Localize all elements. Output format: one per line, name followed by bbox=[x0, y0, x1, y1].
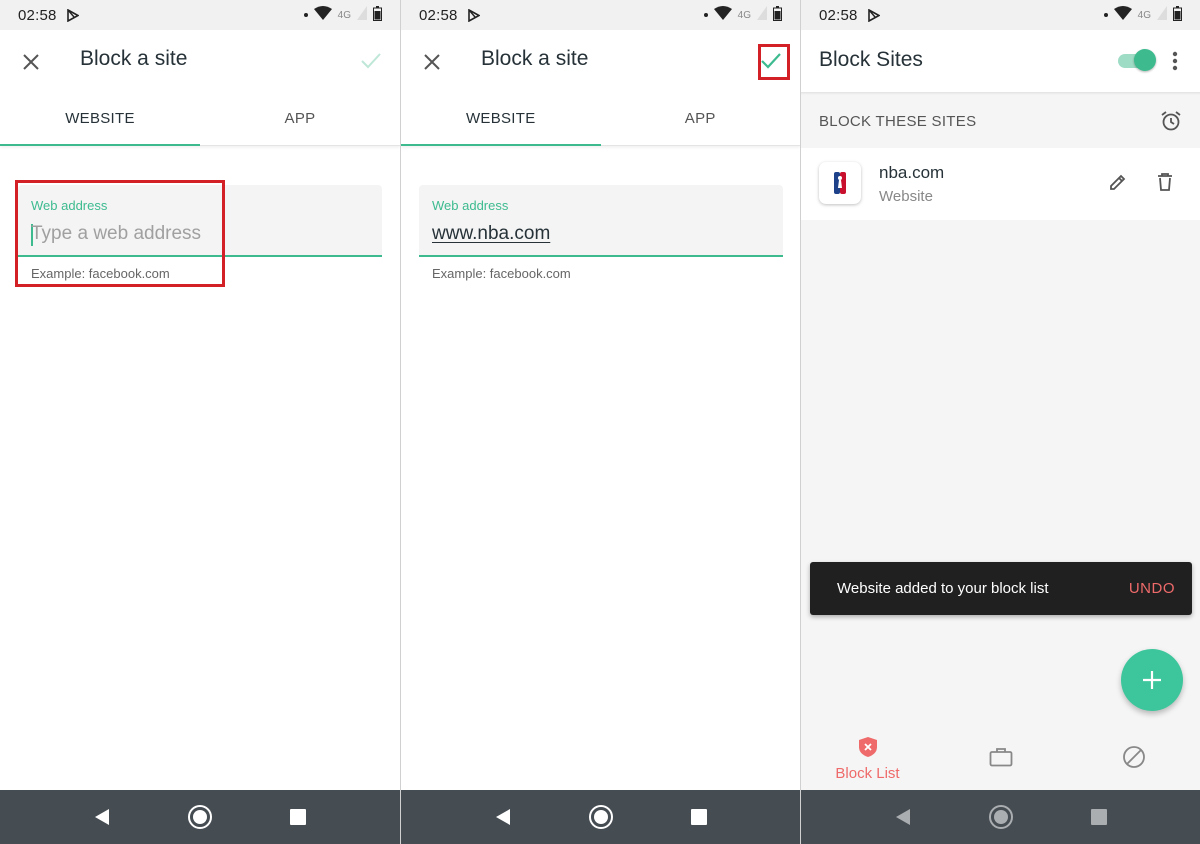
web-address-field[interactable]: Web address www.nba.com bbox=[419, 185, 783, 257]
system-nav-bar bbox=[0, 790, 400, 844]
site-type: Website bbox=[879, 188, 933, 205]
web-address-label: Web address bbox=[432, 198, 509, 213]
site-name: nba.com bbox=[879, 163, 945, 182]
screen-block-sites: 02:58 4G Block Sites BLOCK THESE SITES n… bbox=[800, 0, 1200, 844]
helper-text: Example: facebook.com bbox=[432, 266, 571, 281]
notification-dot-icon bbox=[303, 13, 308, 17]
confirm-check-icon[interactable] bbox=[356, 46, 386, 76]
notification-dot-icon bbox=[1103, 13, 1108, 17]
list-item[interactable]: nba.com Website bbox=[801, 148, 1200, 220]
back-icon[interactable] bbox=[88, 803, 116, 831]
section-title: BLOCK THESE SITES bbox=[819, 112, 977, 130]
status-bar: 02:58 4G bbox=[401, 0, 800, 30]
block-toggle-switch[interactable] bbox=[1116, 49, 1156, 71]
highlight-box-input bbox=[15, 180, 225, 287]
briefcase-icon bbox=[989, 747, 1013, 772]
bottom-navigation: Block List bbox=[801, 728, 1200, 790]
network-type: 4G bbox=[737, 9, 751, 21]
battery-icon bbox=[1173, 5, 1182, 25]
battery-icon bbox=[373, 5, 382, 25]
snackbar-message: Website added to your block list bbox=[837, 580, 1049, 597]
signal-icon bbox=[357, 6, 367, 24]
alarm-clock-icon[interactable] bbox=[1160, 110, 1182, 132]
nav-work[interactable] bbox=[934, 728, 1067, 790]
highlight-box-check bbox=[758, 44, 790, 80]
block-icon bbox=[1122, 745, 1146, 774]
wifi-icon bbox=[713, 6, 732, 24]
page-title: Block a site bbox=[80, 47, 188, 70]
play-store-icon bbox=[867, 8, 880, 22]
status-time: 02:58 bbox=[419, 6, 458, 24]
play-store-icon bbox=[467, 8, 480, 22]
system-nav-bar bbox=[801, 790, 1200, 844]
more-options-icon[interactable] bbox=[1164, 48, 1186, 74]
tab-bar: WEBSITE APP bbox=[401, 92, 800, 146]
system-nav-bar bbox=[401, 790, 800, 844]
nav-blocked[interactable] bbox=[1067, 728, 1200, 790]
nba-logo-icon bbox=[819, 162, 861, 204]
recents-icon[interactable] bbox=[1085, 803, 1113, 831]
back-icon[interactable] bbox=[889, 803, 917, 831]
wifi-icon bbox=[313, 6, 332, 24]
shield-x-icon bbox=[858, 736, 878, 763]
page-title: Block Sites bbox=[819, 48, 923, 71]
status-bar: 02:58 4G bbox=[801, 0, 1200, 30]
pencil-icon[interactable] bbox=[1108, 172, 1128, 197]
add-site-button[interactable] bbox=[1121, 649, 1183, 711]
trash-icon[interactable] bbox=[1156, 172, 1174, 197]
screen-block-a-site-filled: 02:58 4G Block a site WEBSITE APP Web ad… bbox=[400, 0, 800, 844]
close-icon[interactable] bbox=[419, 49, 445, 75]
status-time: 02:58 bbox=[819, 6, 858, 24]
plus-icon bbox=[1143, 671, 1161, 689]
toggle-knob bbox=[1134, 49, 1156, 71]
back-icon[interactable] bbox=[489, 803, 517, 831]
network-type: 4G bbox=[337, 9, 351, 21]
play-store-icon bbox=[66, 8, 79, 22]
page-title: Block a site bbox=[481, 47, 589, 70]
section-header: BLOCK THESE SITES bbox=[801, 95, 1200, 147]
undo-button[interactable]: UNDO bbox=[1129, 580, 1175, 597]
home-icon[interactable] bbox=[987, 803, 1015, 831]
close-icon[interactable] bbox=[18, 49, 44, 75]
tab-bar: WEBSITE APP bbox=[0, 92, 400, 146]
snackbar: Website added to your block list UNDO bbox=[810, 562, 1192, 615]
tab-app[interactable]: APP bbox=[200, 92, 400, 145]
status-icons: 4G bbox=[303, 5, 382, 25]
signal-icon bbox=[1157, 6, 1167, 24]
nav-block-list[interactable]: Block List bbox=[801, 728, 934, 790]
app-bar: Block a site bbox=[0, 30, 400, 92]
wifi-icon bbox=[1113, 6, 1132, 24]
recents-icon[interactable] bbox=[284, 803, 312, 831]
app-bar: Block a site bbox=[401, 30, 800, 92]
status-icons: 4G bbox=[1103, 5, 1182, 25]
app-bar: Block Sites bbox=[801, 30, 1200, 92]
nav-block-list-label: Block List bbox=[835, 765, 900, 782]
network-type: 4G bbox=[1137, 9, 1151, 21]
tab-website[interactable]: WEBSITE bbox=[401, 92, 601, 146]
status-icons: 4G bbox=[703, 5, 782, 25]
tab-app[interactable]: APP bbox=[601, 92, 801, 145]
home-icon[interactable] bbox=[186, 803, 214, 831]
screens-container: 02:58 4G Block a site WEBSITE APP Web ad… bbox=[0, 0, 1200, 844]
tab-website[interactable]: WEBSITE bbox=[0, 92, 200, 146]
home-icon[interactable] bbox=[587, 803, 615, 831]
screen-block-a-site-empty: 02:58 4G Block a site WEBSITE APP Web ad… bbox=[0, 0, 400, 844]
notification-dot-icon bbox=[703, 13, 708, 17]
status-time: 02:58 bbox=[18, 6, 57, 24]
web-address-input[interactable]: www.nba.com bbox=[432, 223, 550, 245]
battery-icon bbox=[773, 5, 782, 25]
status-bar: 02:58 4G bbox=[0, 0, 400, 30]
recents-icon[interactable] bbox=[685, 803, 713, 831]
signal-icon bbox=[757, 6, 767, 24]
